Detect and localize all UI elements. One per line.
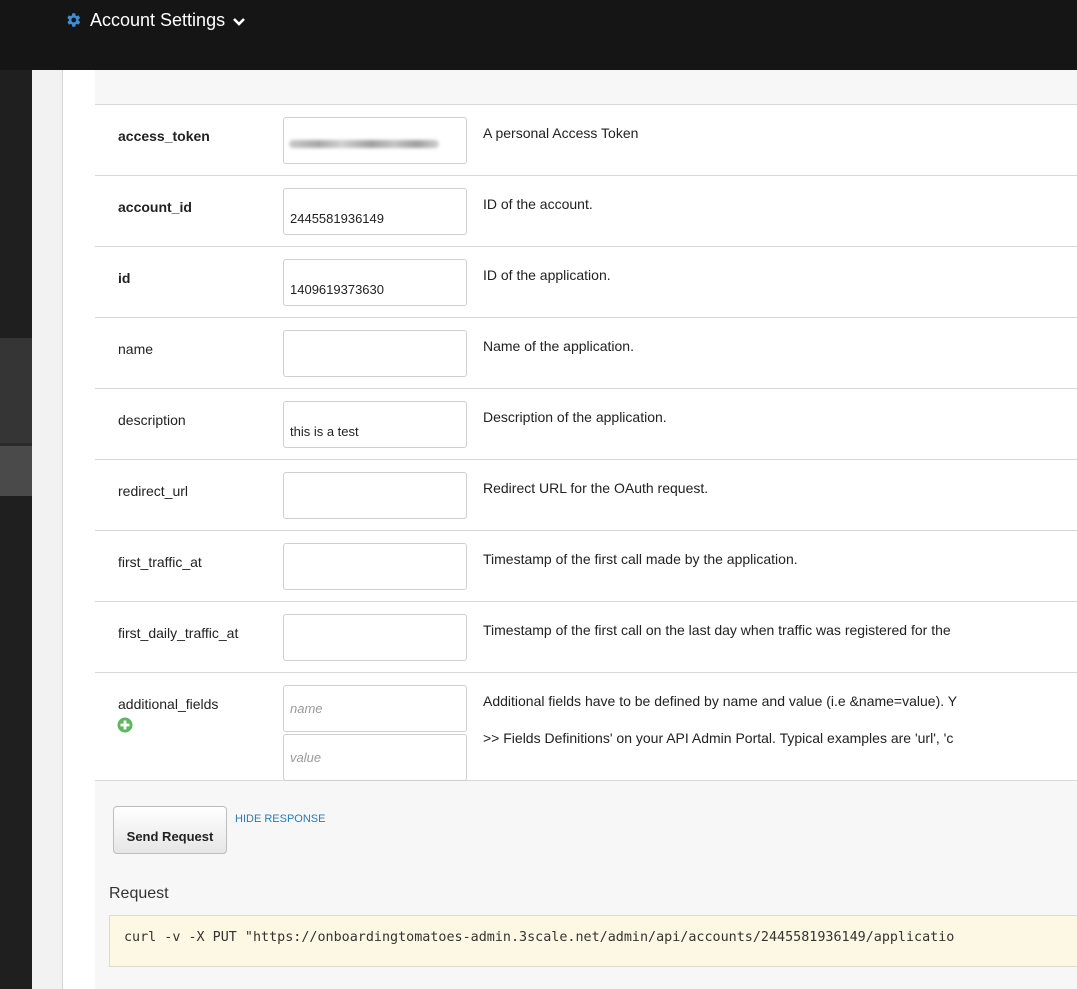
request-heading: Request [109, 885, 169, 902]
param-description: ID of the account. [483, 196, 593, 212]
sidebar-item-active[interactable] [0, 446, 32, 496]
hide-response-link[interactable]: HIDE RESPONSE [235, 813, 325, 825]
content-gutter [32, 70, 63, 989]
additional-field-name-input[interactable] [283, 685, 467, 732]
param-row-description: description Description of the applicati… [95, 389, 1077, 460]
first-traffic-at-input[interactable] [283, 543, 467, 590]
additional-field-value-input[interactable] [283, 734, 467, 781]
param-row-redirect-url: redirect_url Redirect URL for the OAuth … [95, 460, 1077, 531]
param-name: access_token [118, 128, 210, 144]
send-request-button[interactable]: Send Request [113, 806, 227, 854]
redirect-url-input[interactable] [283, 472, 467, 519]
param-name: first_daily_traffic_at [118, 625, 239, 641]
account-id-input[interactable] [283, 188, 467, 235]
top-navigation-bar: Account Settings [0, 0, 1077, 70]
application-id-input[interactable] [283, 259, 467, 306]
plus-circle-icon[interactable] [117, 717, 133, 733]
param-description-continued: >> Fields Definitions' on your API Admin… [483, 730, 954, 746]
param-description: Timestamp of the first call made by the … [483, 551, 798, 567]
gear-icon [64, 11, 82, 29]
param-name: description [118, 412, 186, 428]
param-row-additional-fields: additional_fields Additional fields have… [95, 673, 1077, 781]
request-code-block: curl -v -X PUT "https://onboardingtomato… [109, 915, 1077, 967]
param-name: redirect_url [118, 483, 189, 499]
first-daily-traffic-at-input[interactable] [283, 614, 467, 661]
param-row-first-daily-traffic-at: first_daily_traffic_at Timestamp of the … [95, 602, 1077, 673]
param-row-first-traffic-at: first_traffic_at Timestamp of the first … [95, 531, 1077, 602]
param-description: Timestamp of the first call on the last … [483, 622, 951, 638]
left-sidebar [0, 70, 32, 989]
parameters-table: access_token A personal Access Token acc… [95, 104, 1077, 781]
param-description: Description of the application. [483, 409, 667, 425]
account-settings-menu[interactable]: Account Settings [64, 7, 246, 33]
account-settings-label: Account Settings [90, 9, 226, 30]
param-description: Name of the application. [483, 338, 634, 354]
sidebar-section[interactable] [0, 338, 32, 443]
operation-section: access_token A personal Access Token acc… [95, 70, 1077, 989]
param-name: id [118, 270, 131, 286]
curl-command: curl -v -X PUT "https://onboardingtomato… [124, 930, 955, 945]
param-name: additional_fields [118, 696, 219, 712]
param-name: first_traffic_at [118, 554, 202, 570]
param-row-id: id ID of the application. [95, 247, 1077, 318]
param-row-name: name Name of the application. [95, 318, 1077, 389]
name-input[interactable] [283, 330, 467, 377]
api-docs-panel: access_token A personal Access Token acc… [63, 70, 1077, 989]
description-input[interactable] [283, 401, 467, 448]
param-description: ID of the application. [483, 267, 611, 283]
param-name: account_id [118, 199, 192, 215]
param-name: name [118, 341, 154, 357]
param-row-account-id: account_id ID of the account. [95, 176, 1077, 247]
param-description: Redirect URL for the OAuth request. [483, 480, 709, 496]
param-description: A personal Access Token [483, 125, 639, 141]
chevron-down-icon [232, 13, 246, 27]
param-description: Additional fields have to be defined by … [483, 693, 958, 709]
param-row-access-token: access_token A personal Access Token [95, 105, 1077, 176]
masked-token-value [289, 140, 439, 148]
